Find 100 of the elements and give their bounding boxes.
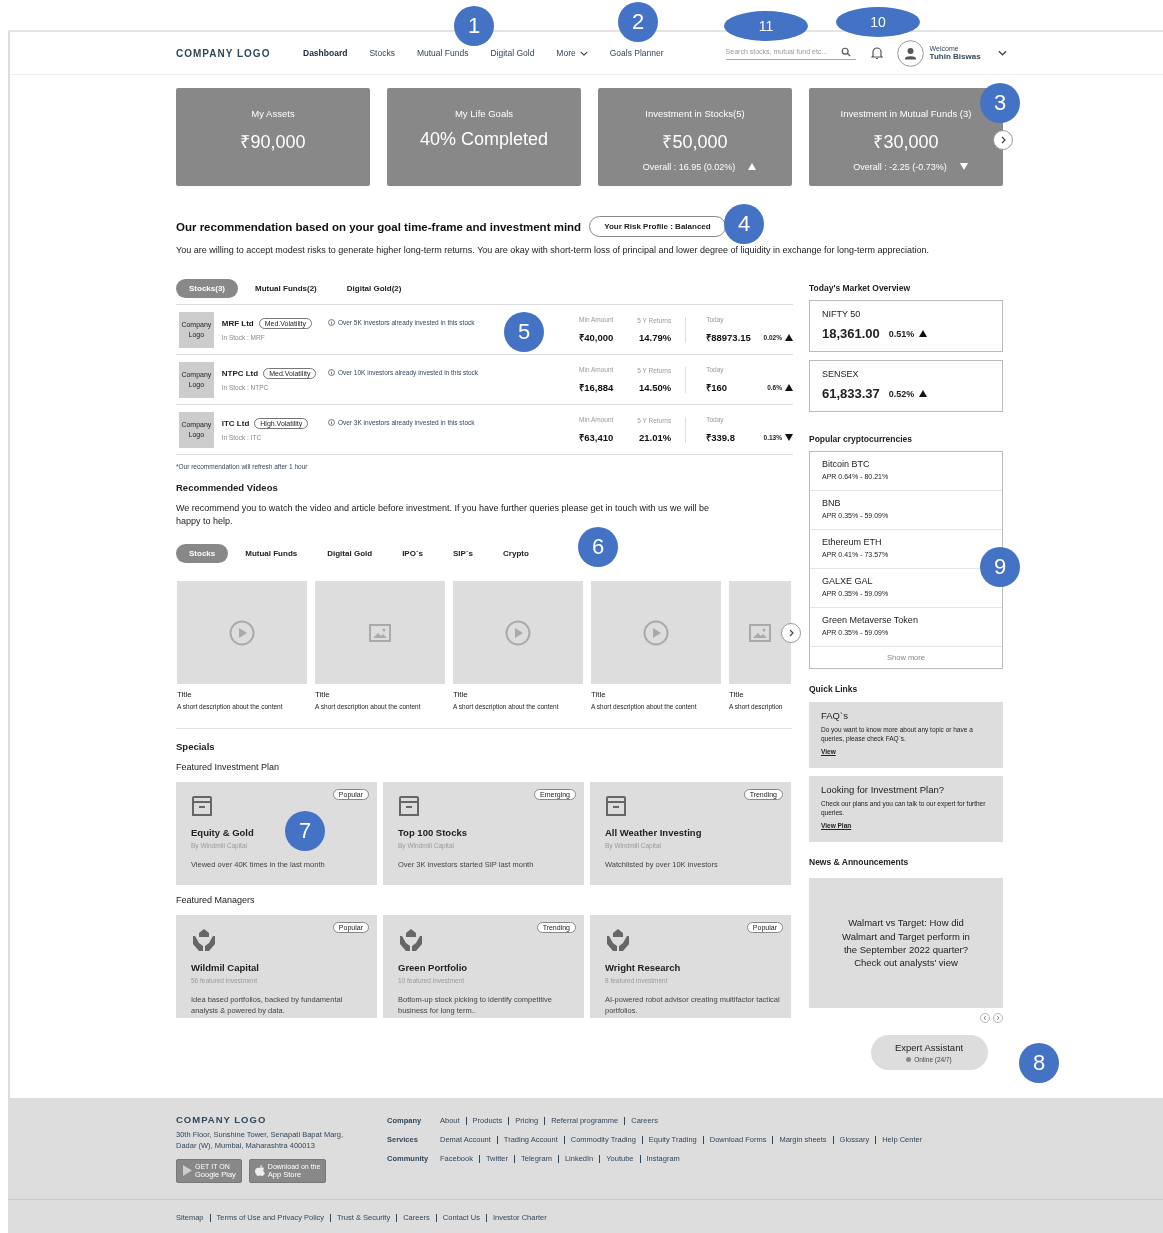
tab[interactable]: IPO`s: [389, 544, 437, 564]
next-button[interactable]: [781, 623, 801, 644]
user-name: Tuhin Biswas: [929, 52, 982, 61]
section-heading: Recommended Videos: [176, 482, 279, 493]
stat-value: ₹40,000: [579, 330, 614, 344]
index-name: NIFTY 50: [822, 309, 862, 319]
manager-name: Green Portfolio: [398, 962, 468, 974]
tab[interactable]: Digital Gold(2): [333, 279, 415, 298]
hands-house-icon: [605, 928, 631, 953]
company-logo[interactable]: COMPANY LOGO: [176, 47, 303, 59]
tab[interactable]: Crypto: [490, 544, 542, 564]
section-heading: News & Announcements: [809, 857, 910, 867]
tab[interactable]: Stocks: [176, 544, 229, 564]
info-icon: [327, 319, 335, 326]
annotation-marker: 3: [980, 83, 1020, 123]
price-value: ₹88973.15: [706, 330, 752, 344]
plan-title: Equity & Gold: [191, 827, 254, 839]
crypto-name[interactable]: GALXE GAL: [822, 576, 873, 586]
overall-change: Overall : 16.95 (0.02%): [642, 162, 737, 172]
info-icon: [327, 369, 335, 376]
search-icon: [840, 46, 851, 57]
videos-description: We recommend you to watch the video and article before investment. If you have further queries please get in touch with us we will be happy to help.: [176, 502, 711, 529]
stock-name[interactable]: MRF Ltd: [221, 319, 254, 328]
plan-title: All Weather Investing: [605, 827, 702, 839]
stat-value: ₹63,410: [579, 430, 614, 444]
news-headline: Walmart vs Target: How did Walmart and Target perform in the September 2022 quarter? Check out analysts' view: [841, 916, 971, 970]
card-title: My Assets: [251, 108, 295, 119]
crypto-name[interactable]: Green Metaverse Token: [822, 615, 918, 625]
price-value: ₹339.8: [706, 430, 736, 444]
summary-card[interactable]: My Life Goals 40% Completed: [387, 88, 581, 186]
annotation-marker: 10: [836, 7, 920, 37]
tab[interactable]: SIP`s: [440, 544, 487, 564]
tab[interactable]: Stocks(3): [176, 279, 238, 298]
hands-house-icon: [191, 928, 217, 953]
next-icon[interactable]: [993, 1013, 1003, 1023]
card-value: ₹90,000: [240, 131, 306, 153]
index-name: SENSEX: [822, 369, 860, 379]
nav-link[interactable]: Stocks: [369, 48, 395, 58]
video-title: Title: [591, 690, 607, 700]
card-title: Investment in Stocks(5): [645, 108, 745, 119]
manager-name: Wildmil Capital: [191, 962, 259, 974]
stat-value: 21.01%: [639, 431, 672, 443]
video-title: Title: [177, 690, 193, 700]
subsection-heading: Featured Investment Plan: [176, 762, 281, 773]
news-card[interactable]: Walmart vs Target: How did Walmart and Target perform in the September 2022 quarter? Check out analysts' view: [809, 878, 1003, 1008]
crypto-name[interactable]: Ethereum ETH: [822, 537, 882, 547]
tab[interactable]: Mutual Funds(2): [242, 279, 330, 298]
video-title: Title: [453, 690, 469, 700]
summary-card[interactable]: Investment in Stocks(5) ₹50,000 Overall : 16.95 (0.02%): [598, 88, 792, 186]
card-title: Investment in Mutual Funds (3): [840, 108, 972, 119]
index-value: 18,361.00: [822, 326, 880, 341]
next-button[interactable]: [993, 130, 1013, 150]
company-logo[interactable]: COMPANY LOGO: [176, 1114, 387, 1125]
section-heading: Quick Links: [809, 684, 859, 694]
section-heading: Specials: [176, 741, 216, 753]
index-value: 61,833.37: [822, 386, 880, 401]
subsection-heading: Featured Managers: [176, 895, 256, 906]
stock-name[interactable]: ITC Ltd: [221, 419, 250, 428]
stock-name[interactable]: NTPC Ltd: [221, 369, 259, 378]
summary-card[interactable]: My Assets ₹90,000: [176, 88, 370, 186]
stat-value: ₹16,884: [579, 380, 614, 394]
archive-box-icon: [605, 795, 627, 818]
card-value: 40% Completed: [419, 129, 549, 150]
avatar-icon[interactable]: [896, 39, 924, 67]
image-icon: [369, 623, 391, 642]
index-card[interactable]: SENSEX 61,833.37 0.52%: [809, 360, 1003, 412]
risk-profile-button[interactable]: Your Risk Profile : Balanced: [589, 216, 726, 237]
recommendation-text: You are willing to accept modest risks to generate higher long-term returns. You are okay with short-term loss of principal and lower degree of liquidity in exchange for long-term appreciation.: [176, 245, 931, 255]
info-icon: [327, 419, 335, 426]
nav-link[interactable]: Dashboard: [303, 48, 348, 58]
nav-link[interactable]: Goals Planner: [609, 48, 664, 58]
quick-link-title: Looking for Investment Plan?: [821, 784, 946, 795]
tab[interactable]: Mutual Funds: [232, 544, 311, 564]
annotation-marker: 4: [724, 204, 764, 244]
nav-link[interactable]: Digital Gold: [490, 48, 535, 58]
photo-placeholder[interactable]: [729, 581, 791, 685]
archive-box-icon: [398, 795, 420, 818]
index-card[interactable]: NIFTY 50 18,361.00 0.51%: [809, 300, 1003, 352]
tab[interactable]: Digital Gold: [314, 544, 386, 564]
price-value: ₹160: [706, 380, 729, 394]
card-value: ₹30,000: [873, 131, 939, 153]
crypto-name[interactable]: Bitcoin BTC: [822, 459, 870, 469]
annotation-marker: 1: [454, 6, 494, 46]
nav-link[interactable]: Mutual Funds: [416, 48, 469, 58]
stat-value: 14.50%: [639, 381, 672, 393]
caret-icon[interactable]: [997, 50, 1007, 56]
annotation-marker: 5: [504, 312, 544, 352]
previous-icon[interactable]: [980, 1013, 990, 1023]
annotation-marker: 8: [1019, 1043, 1059, 1083]
annotation-marker: 6: [578, 527, 618, 567]
index-change: 0.52%: [888, 388, 915, 399]
image-icon: [749, 623, 771, 642]
nav-link[interactable]: More: [556, 48, 588, 58]
index-change: 0.51%: [888, 328, 915, 339]
annotation-marker: 9: [980, 547, 1020, 587]
annotation-marker: 11: [724, 11, 808, 41]
card-value: ₹50,000: [662, 131, 728, 153]
crypto-name[interactable]: BNB: [822, 498, 841, 508]
notification-bell-icon[interactable]: [870, 46, 883, 60]
play-icon: [505, 619, 531, 646]
